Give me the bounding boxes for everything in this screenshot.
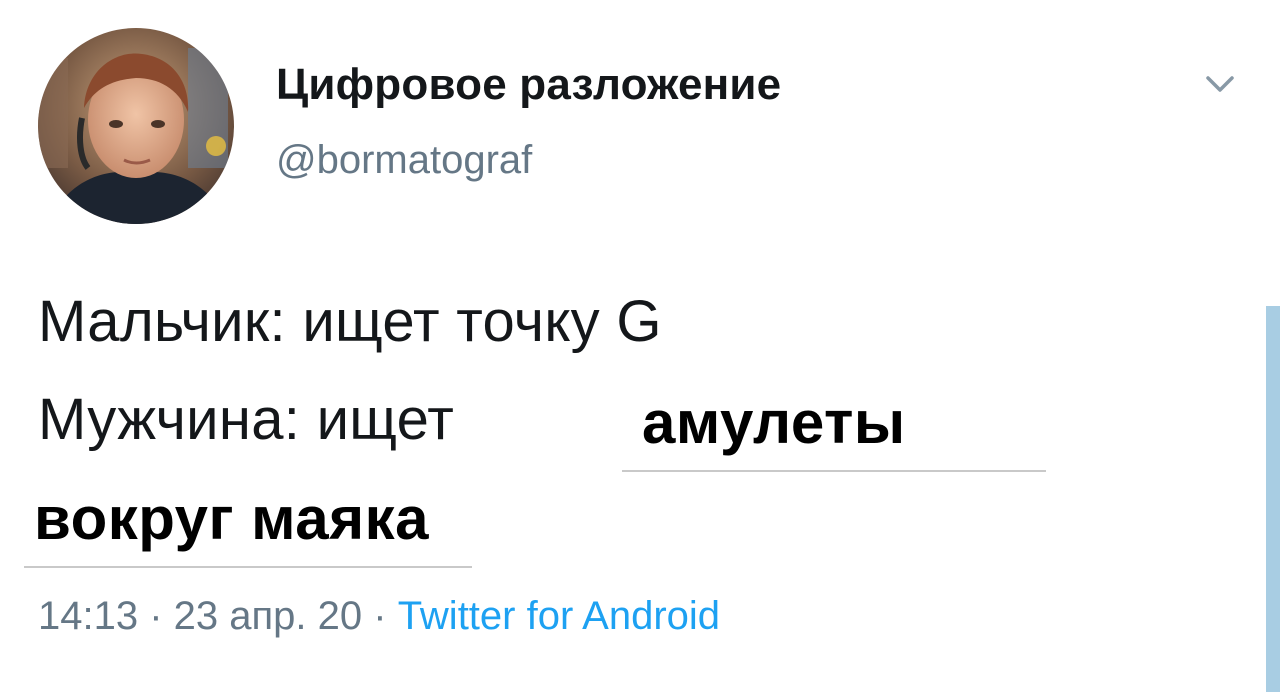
tweet-card: Цифровое разложение @bormatograf Мальчик… <box>0 0 1280 692</box>
caption-underline-1 <box>622 470 1046 472</box>
caption-underline-2 <box>24 566 472 568</box>
tweet-text-line-1: Мальчик: ищет точку G <box>38 289 662 354</box>
tweet-time: 14:13 <box>38 594 139 638</box>
meta-separator: · <box>138 594 174 638</box>
avatar[interactable] <box>38 28 234 224</box>
tweet-text-line-2: Мужчина: ищет <box>38 387 455 452</box>
pasted-caption-1: амулеты <box>642 389 906 456</box>
tweet-source-link[interactable]: Twitter for Android <box>398 594 720 638</box>
pasted-caption-2: вокруг маяка <box>34 485 430 552</box>
scrollbar[interactable] <box>1266 306 1280 692</box>
chevron-down-icon[interactable] <box>1198 62 1242 106</box>
tweet-meta: 14:13 · 23 апр. 20 · Twitter for Android <box>38 594 720 639</box>
tweet-date: 23 апр. 20 <box>173 594 363 638</box>
author-display-name[interactable]: Цифровое разложение <box>276 60 781 110</box>
meta-separator: · <box>362 594 398 638</box>
author-handle[interactable]: @bormatograf <box>276 138 532 183</box>
avatar-photo <box>38 28 234 224</box>
